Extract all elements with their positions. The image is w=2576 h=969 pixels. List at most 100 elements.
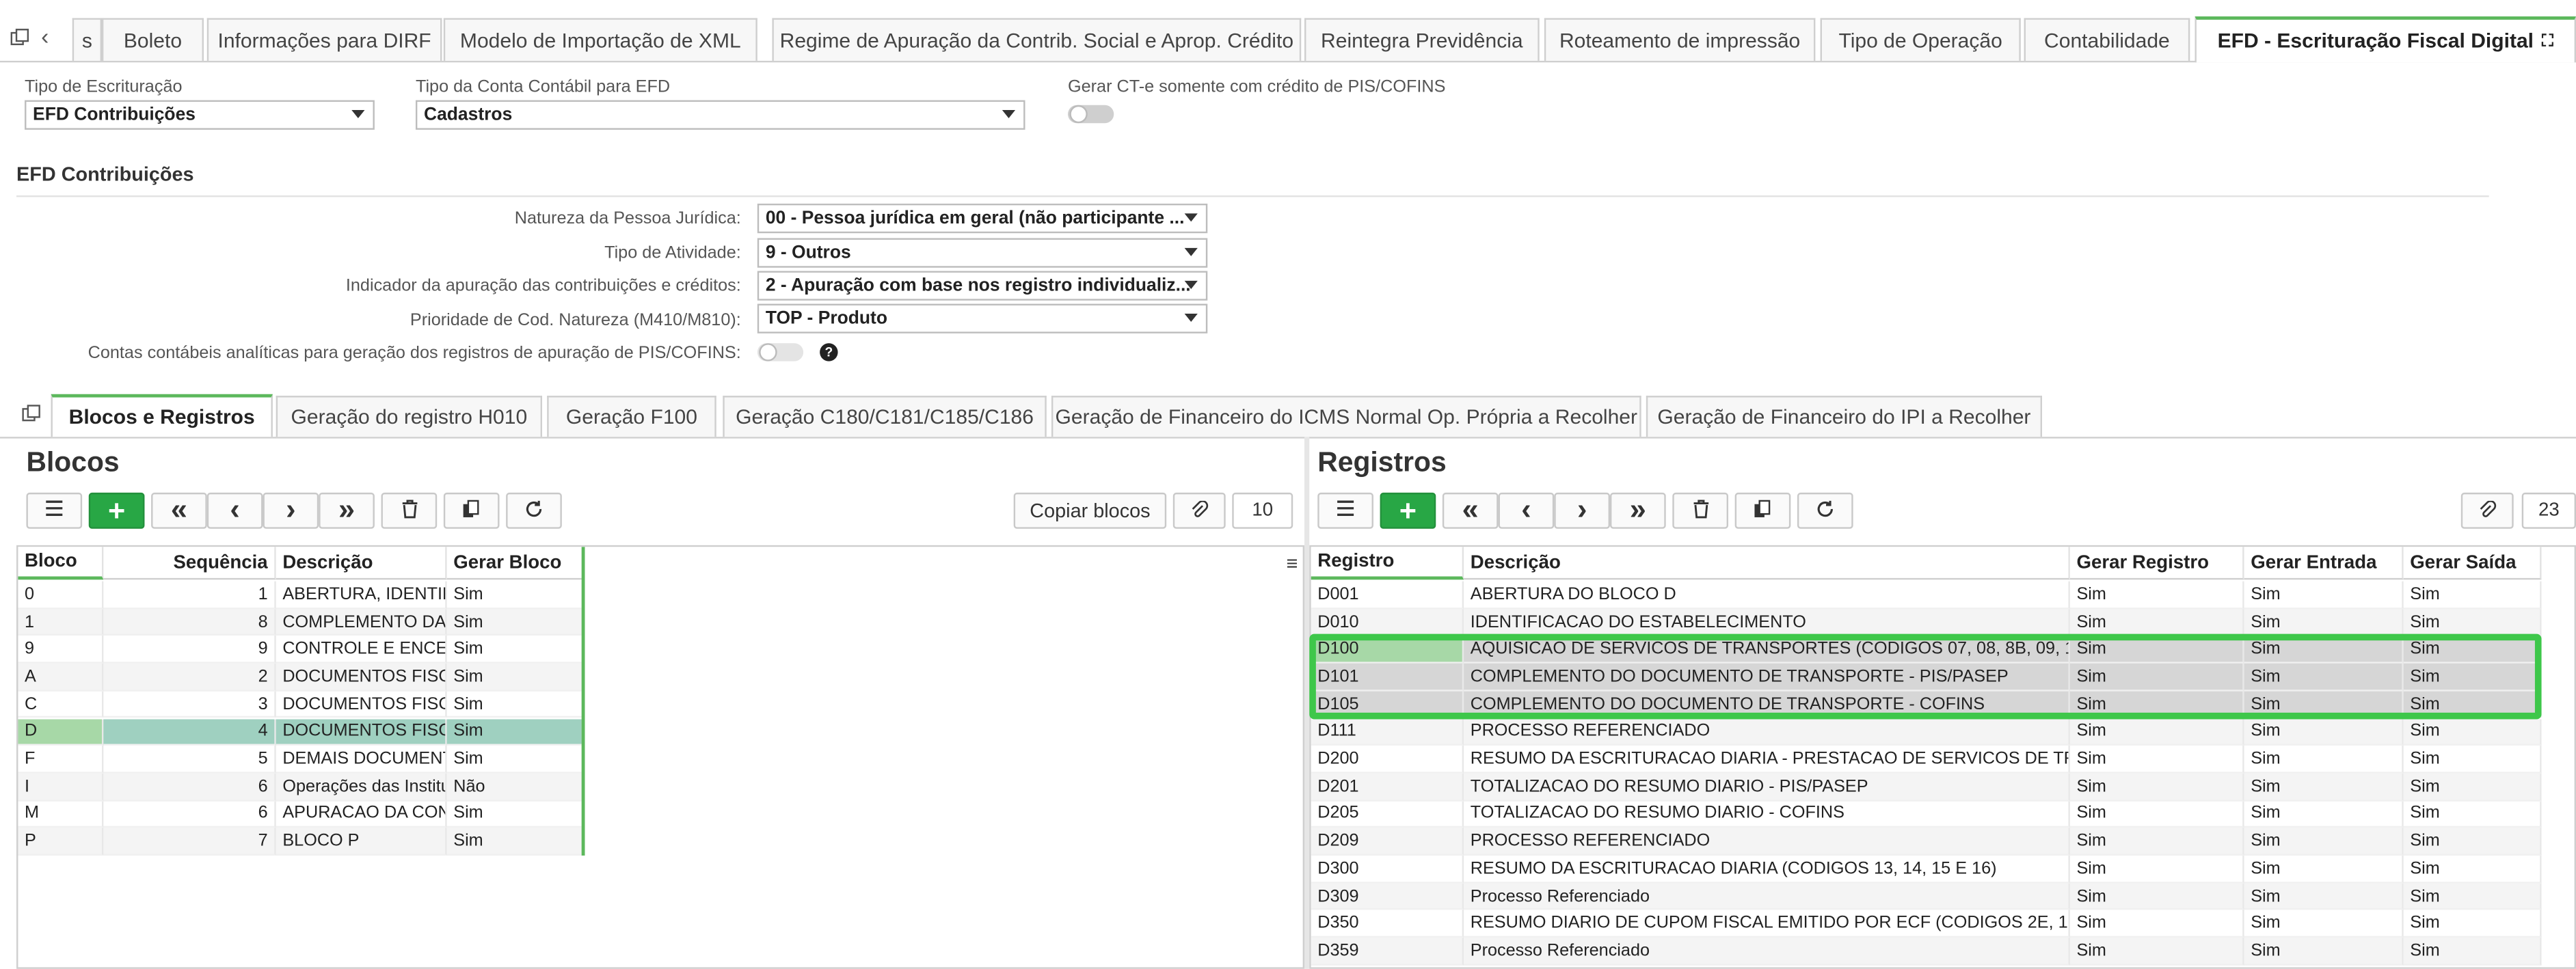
top-tab-9[interactable]: EFD - Escrituração Fiscal Digital ⛶: [2195, 16, 2576, 63]
windows-icon[interactable]: [10, 28, 29, 53]
help-icon[interactable]: ?: [820, 343, 838, 361]
sub-tab-5[interactable]: Geração de Financeiro do IPI a Recolher: [1646, 396, 2043, 437]
blocos-add-button[interactable]: +: [88, 492, 145, 529]
registros-add-button[interactable]: +: [1380, 492, 1436, 529]
registros-col-header[interactable]: Gerar Entrada: [2244, 547, 2404, 580]
table-row[interactable]: D359 Processo Referenciado Sim Sim Sim: [1311, 938, 2542, 966]
table-row[interactable]: F5DEMAIS DOCUMENTOSSim: [18, 746, 584, 774]
registros-previous-button[interactable]: ‹: [1498, 492, 1555, 529]
blocos-list-button[interactable]: [26, 492, 83, 529]
registros-cell: Sim: [2069, 938, 2244, 966]
table-row[interactable]: A2DOCUMENTOS FISCAIS - SERVIÇOSSim: [18, 664, 584, 692]
registros-col-header[interactable]: Gerar Registro: [2069, 547, 2244, 580]
table-row[interactable]: 99CONTROLE E ENCERRAMENTOSim: [18, 636, 584, 664]
table-row[interactable]: I6Operações das InstituiçõesNão: [18, 773, 584, 801]
blocos-copy-button[interactable]: [443, 492, 500, 529]
registros-refresh-button[interactable]: [1797, 492, 1853, 529]
registros-first-page-button[interactable]: «: [1442, 492, 1499, 529]
paperclip-icon[interactable]: [2460, 492, 2514, 529]
top-tab-2[interactable]: Informações para DIRF: [206, 18, 442, 61]
blocos-col-header[interactable]: Bloco: [18, 547, 104, 580]
blocos-col-header[interactable]: Gerar Bloco: [446, 547, 584, 580]
registros-col-header[interactable]: Registro: [1311, 547, 1464, 580]
registros-last-page-button[interactable]: »: [1609, 492, 1666, 529]
table-row[interactable]: D209 PROCESSO REFERENCIADO Sim Sim Sim: [1311, 828, 2542, 856]
top-tab-8[interactable]: Contabilidade: [2024, 18, 2190, 61]
table-row[interactable]: C3DOCUMENTOS FISCAIS ISim: [18, 691, 584, 719]
blocos-grid[interactable]: ≡ Bloco Sequência Descrição Gerar Bloco 0 1 AB…: [16, 545, 1305, 969]
blocos-first-page-button[interactable]: «: [151, 492, 207, 529]
next-icon: ›: [286, 492, 296, 526]
registros-cell: Sim: [2069, 910, 2244, 938]
registros-cell: Sim: [2403, 608, 2542, 636]
blocos-cell: A: [18, 664, 104, 692]
tipo-atividade-select[interactable]: 9 - Outros: [757, 238, 1208, 268]
sub-tab-3[interactable]: Geração C180/C181/C185/C186: [723, 396, 1047, 437]
table-row[interactable]: M6APURACAO DA CONTRIBUIÇÃOSim: [18, 800, 584, 828]
table-row[interactable]: D205 TOTALIZACAO DO RESUMO DIARIO - COFIN…: [1311, 800, 2542, 828]
blocos-col-header[interactable]: Sequência: [103, 547, 276, 580]
top-tab-7[interactable]: Tipo de Operação: [1820, 18, 2021, 61]
table-row[interactable]: D200 RESUMO DA ESCRITURACAO DIARIA - PRES…: [1311, 746, 2542, 774]
registros-cell: D010: [1311, 608, 1464, 636]
chevron-left-icon[interactable]: ‹: [41, 25, 49, 48]
blocos-cell: Sim: [446, 746, 584, 774]
table-row[interactable]: D300 RESUMO DA ESCRITURACAO DIARIA (CODIG…: [1311, 855, 2542, 884]
blocos-refresh-button[interactable]: [506, 492, 562, 529]
registros-next-button[interactable]: ›: [1554, 492, 1610, 529]
registros-list-button[interactable]: [1317, 492, 1373, 529]
sub-tab-1[interactable]: Geração do registro H010: [276, 396, 543, 437]
table-row[interactable]: D350 RESUMO DIARIO DE CUPOM FISCAL EMITID…: [1311, 910, 2542, 938]
registros-cell: Sim: [2244, 773, 2404, 801]
paperclip-icon[interactable]: [1172, 492, 1226, 529]
expand-icon[interactable]: ⛶: [2542, 32, 2553, 50]
windows-icon[interactable]: [21, 404, 41, 428]
contas-toggle[interactable]: [757, 343, 804, 361]
indicador-select[interactable]: 2 - Apuração com base nos registro indiv…: [757, 271, 1208, 301]
top-tab-1[interactable]: Boleto: [101, 18, 204, 61]
sub-tab-4[interactable]: Geração de Financeiro do ICMS Normal Op.…: [1051, 396, 1641, 437]
tipo-escrituracao-select[interactable]: EFD Contribuições: [25, 100, 375, 130]
table-row[interactable]: D201 TOTALIZACAO DO RESUMO DIARIO - PIS/P…: [1311, 773, 2542, 801]
table-row[interactable]: 18COMPLEMENTO DA ESCRITURAÇÃOSim: [18, 608, 584, 636]
blocos-trash-button[interactable]: [381, 492, 438, 529]
registros-trash-button[interactable]: [1672, 492, 1729, 529]
table-row[interactable]: D4DOCUMENTOS FISCAIS IISim: [18, 718, 584, 746]
registros-col-header[interactable]: Gerar Saída: [2403, 547, 2542, 580]
table-row[interactable]: 01ABERTURA, IDENTIFICAÇÃOSim: [18, 581, 584, 609]
chevron-down-icon: [1184, 280, 1198, 289]
previous-icon: ‹: [230, 492, 240, 526]
sub-tab-0[interactable]: Blocos e Registros: [51, 394, 273, 437]
column-menu-icon[interactable]: ≡: [1287, 551, 1298, 575]
gerar-cte-toggle[interactable]: [1067, 105, 1114, 124]
blocos-next-button[interactable]: ›: [263, 492, 319, 529]
blocos-cell: 9: [18, 636, 104, 664]
registros-grid[interactable]: Registro Descrição Gerar Registro Gerar Ent…: [1309, 545, 2576, 969]
table-row[interactable]: D010 IDENTIFICACAO DO ESTABELECIMENTO Sim S…: [1311, 608, 2542, 636]
registros-col-header[interactable]: Descrição: [1464, 547, 2070, 580]
top-tab-0[interactable]: s: [72, 18, 102, 61]
top-tab-5[interactable]: Reintegra Previdência: [1304, 18, 1540, 61]
copiar-blocos-button[interactable]: Copiar blocos: [1013, 492, 1167, 529]
table-row[interactable]: D111 PROCESSO REFERENCIADO Sim Sim Sim: [1311, 718, 2542, 746]
blocos-col-header[interactable]: Descrição: [276, 547, 447, 580]
registros-cell: ABERTURA DO BLOCO D: [1464, 581, 2070, 609]
table-row[interactable]: D001 ABERTURA DO BLOCO D Sim Sim Sim: [1311, 581, 2542, 609]
blocos-cell: 3: [103, 691, 276, 719]
registros-copy-button[interactable]: [1734, 492, 1791, 529]
table-row[interactable]: D309 Processo Referenciado Sim Sim Sim: [1311, 883, 2542, 911]
prioridade-select[interactable]: TOP - Produto: [757, 303, 1208, 333]
blocos-cell: 5: [103, 746, 276, 774]
top-tab-3[interactable]: Modelo de Importação de XML: [443, 18, 757, 61]
blocos-previous-button[interactable]: ‹: [206, 492, 263, 529]
blocos-last-page-button[interactable]: »: [319, 492, 375, 529]
top-tab-6[interactable]: Roteamento de impressão: [1544, 18, 1816, 61]
registros-cell: Sim: [2244, 608, 2404, 636]
copy-icon: [1753, 498, 1773, 523]
sub-tab-2[interactable]: Geração F100: [547, 396, 716, 437]
natureza-select[interactable]: 00 - Pessoa jurídica em geral (não parti…: [757, 203, 1208, 234]
table-row[interactable]: P 7 BLOCO P Sim: [18, 828, 584, 856]
panel-splitter[interactable]: [1304, 437, 1310, 969]
tipo-conta-select[interactable]: Cadastros: [415, 100, 1025, 130]
top-tab-4[interactable]: Regime de Apuração da Contrib. Social e …: [772, 18, 1302, 61]
